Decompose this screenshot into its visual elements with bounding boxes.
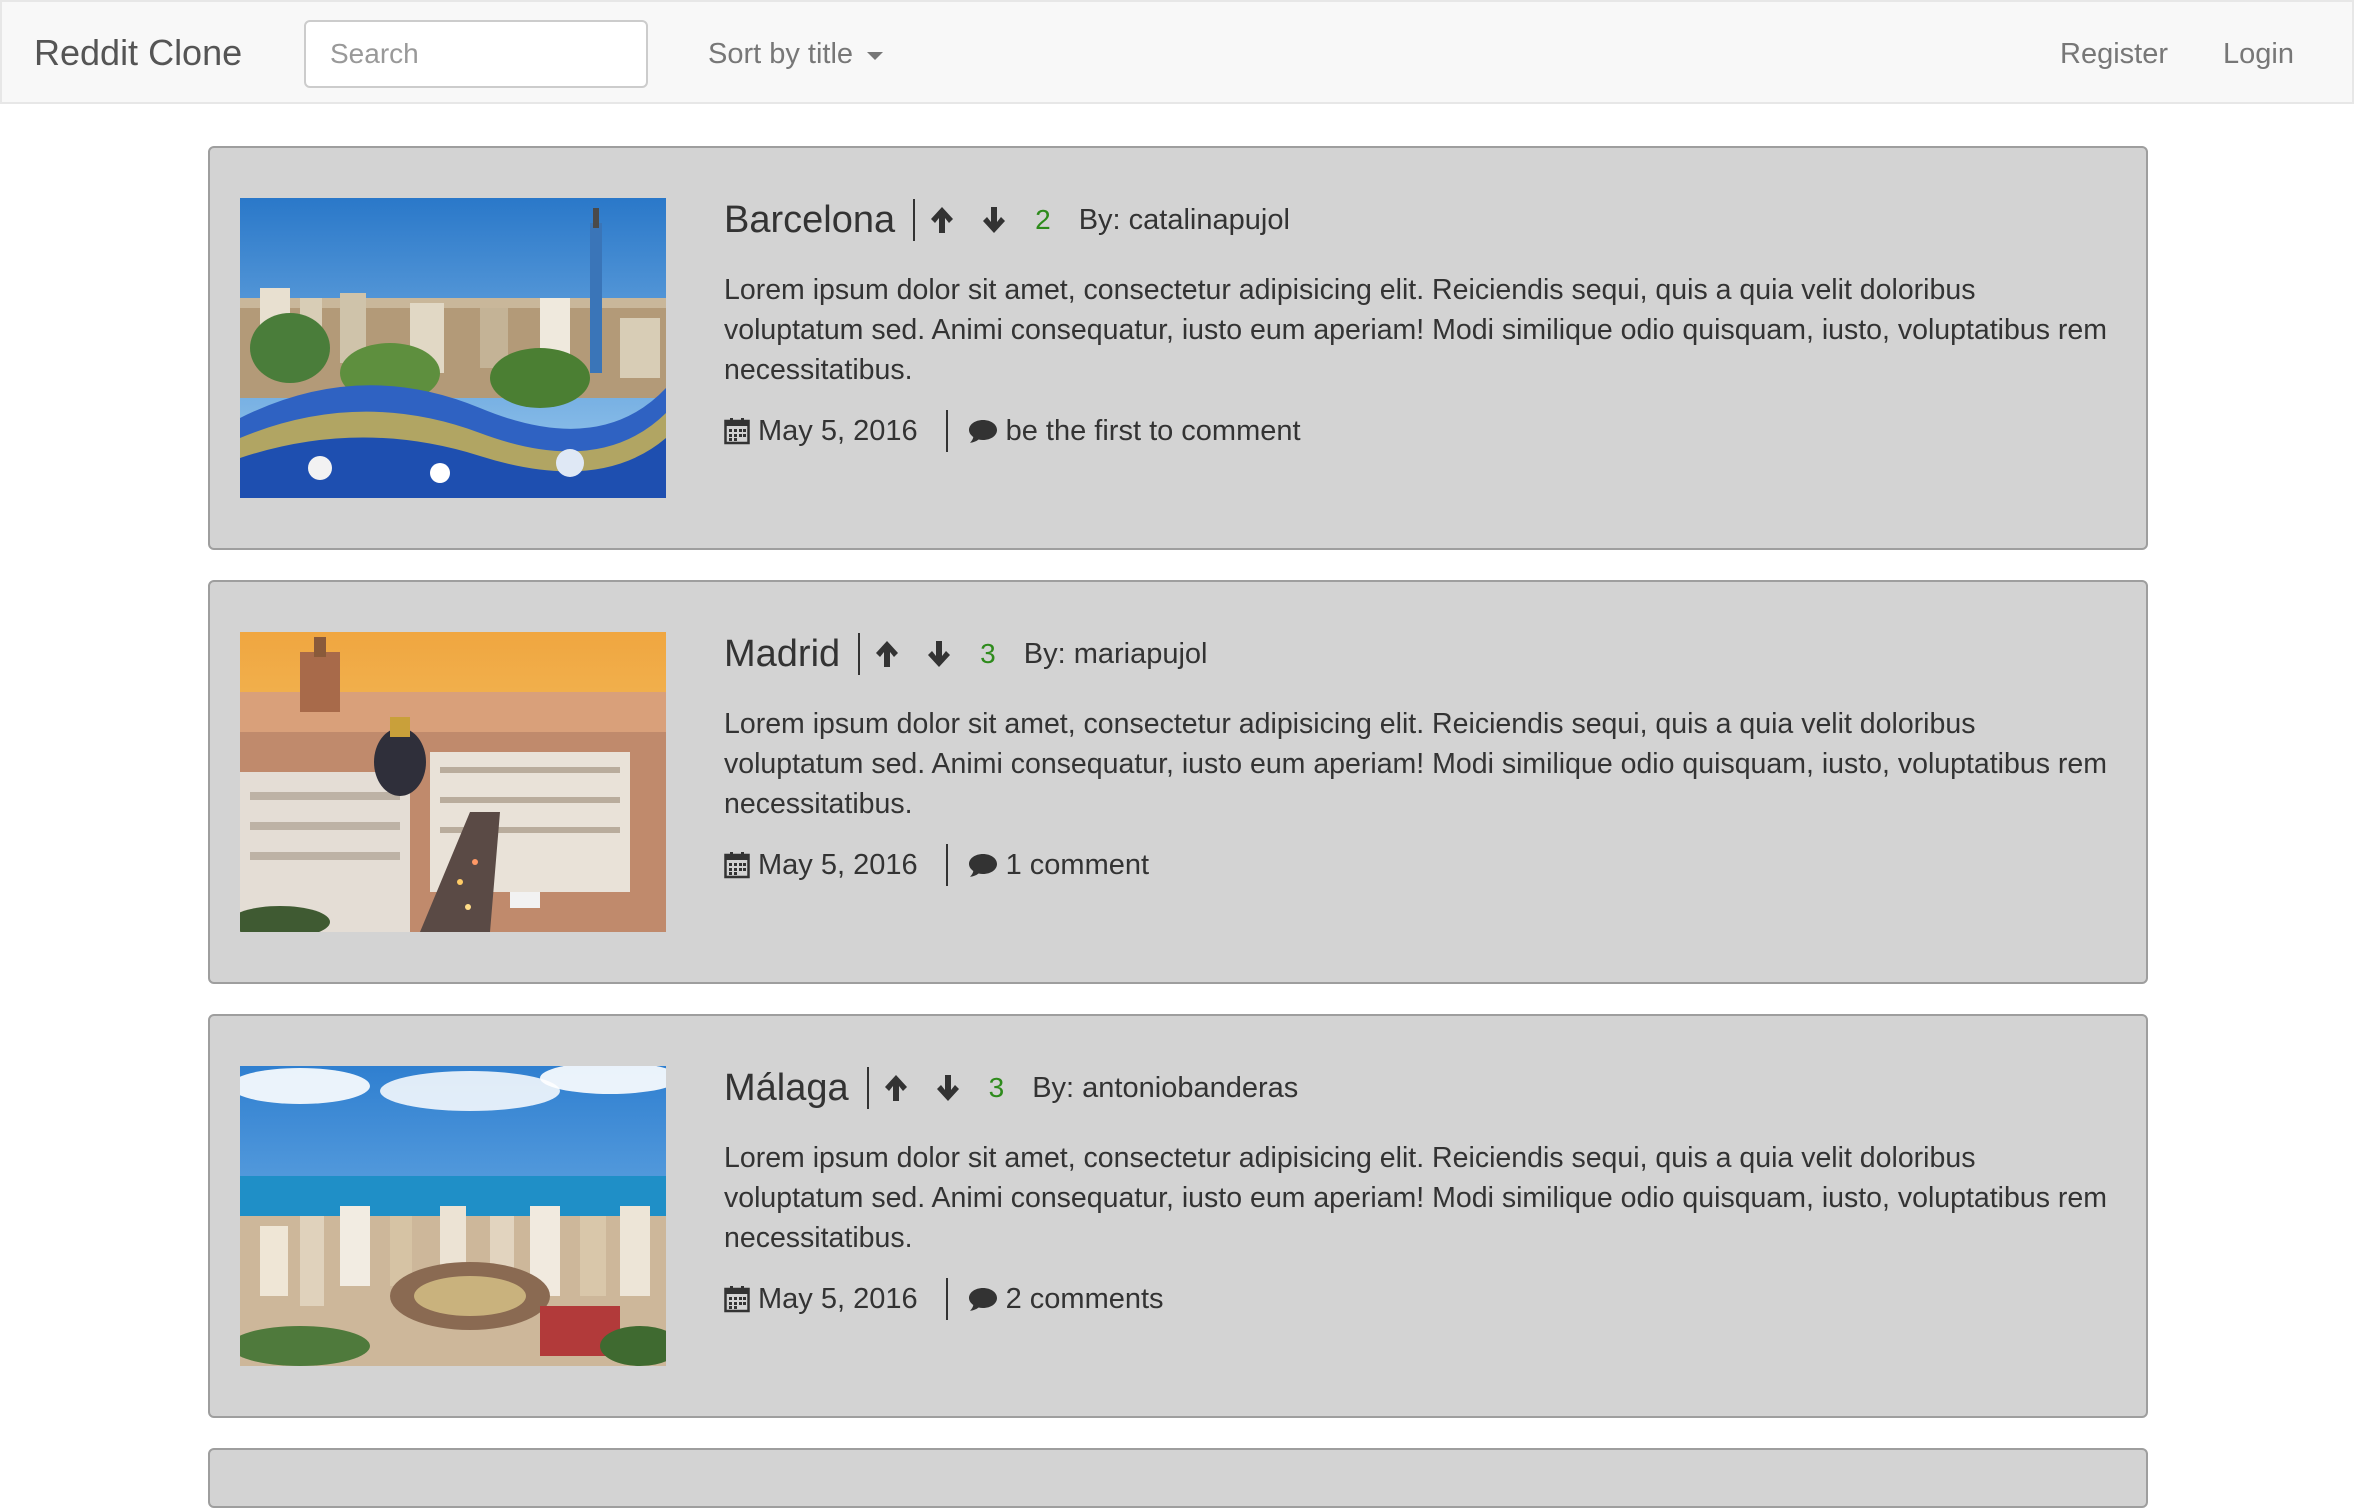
post-card: Barcelona 2 By: catalinapujol Lorem ipsu… <box>208 146 2148 550</box>
post-body: Lorem ipsum dolor sit amet, consectetur … <box>724 1142 2107 1254</box>
upvote-button[interactable] <box>883 1073 909 1103</box>
barcelona-image <box>240 198 666 498</box>
post-card: Madrid 3 By: mariapujol Lorem ipsum dolo… <box>208 580 2148 984</box>
login-link[interactable]: Login <box>2223 34 2294 74</box>
downvote-button[interactable] <box>926 639 952 669</box>
calendar-icon <box>724 1286 750 1313</box>
post-title[interactable]: Málaga <box>724 1064 849 1112</box>
vote-score: 2 <box>1035 204 1051 235</box>
calendar-icon <box>724 852 750 879</box>
post-thumbnail[interactable] <box>240 632 666 932</box>
downvote-button[interactable] <box>935 1073 961 1103</box>
post-date: May 5, 2016 <box>758 1282 918 1315</box>
post-thumbnail[interactable] <box>240 1066 666 1366</box>
post-author: By: antoniobanderas <box>1032 1071 1299 1104</box>
post-date: May 5, 2016 <box>758 848 918 881</box>
downvote-button[interactable] <box>981 205 1007 235</box>
calendar-icon <box>724 418 750 445</box>
madrid-image <box>240 632 666 932</box>
arrow-down-icon <box>983 207 1006 233</box>
post-card <box>208 1448 2148 1508</box>
title-divider <box>866 1067 869 1109</box>
arrow-down-icon <box>928 641 951 667</box>
comment-icon <box>968 1288 997 1311</box>
comments-link[interactable]: 2 comments <box>1006 1283 1164 1316</box>
sort-label: Sort by title <box>708 38 854 70</box>
sort-dropdown[interactable]: Sort by title <box>708 34 884 74</box>
vote-score: 3 <box>980 638 996 669</box>
post-author: By: catalinapujol <box>1078 203 1290 236</box>
post-thumbnail[interactable] <box>240 198 666 498</box>
search-input[interactable] <box>304 20 648 88</box>
comments-link[interactable]: be the first to comment <box>1006 415 1301 448</box>
comment-icon <box>968 420 997 443</box>
comment-icon <box>968 854 997 877</box>
arrow-up-icon <box>876 641 899 667</box>
vote-score: 3 <box>988 1072 1005 1103</box>
comments-link[interactable]: 1 comment <box>1006 849 1149 882</box>
brand-logo[interactable]: Reddit Clone <box>34 30 242 76</box>
malaga-image <box>240 1066 666 1366</box>
post-date: May 5, 2016 <box>758 414 918 447</box>
arrow-down-icon <box>936 1075 959 1101</box>
upvote-button[interactable] <box>929 205 955 235</box>
post-card: Málaga 3 By: antoniobanderas Lorem ipsum… <box>208 1014 2148 1418</box>
post-author: By: mariapujol <box>1023 637 1208 670</box>
meta-divider <box>945 844 948 886</box>
caret-down-icon <box>867 52 884 60</box>
register-link[interactable]: Register <box>2060 34 2168 74</box>
arrow-up-icon <box>931 207 954 233</box>
navbar: Reddit Clone Sort by title Register Logi… <box>0 0 2354 104</box>
arrow-up-icon <box>884 1075 907 1101</box>
meta-divider <box>945 410 948 452</box>
post-body: Lorem ipsum dolor sit amet, consectetur … <box>724 274 2107 386</box>
meta-divider <box>945 1278 948 1320</box>
post-title[interactable]: Barcelona <box>724 196 895 244</box>
title-divider <box>913 199 916 241</box>
post-body: Lorem ipsum dolor sit amet, consectetur … <box>724 708 2107 820</box>
post-title[interactable]: Madrid <box>724 630 840 678</box>
title-divider <box>858 633 861 675</box>
upvote-button[interactable] <box>874 639 900 669</box>
